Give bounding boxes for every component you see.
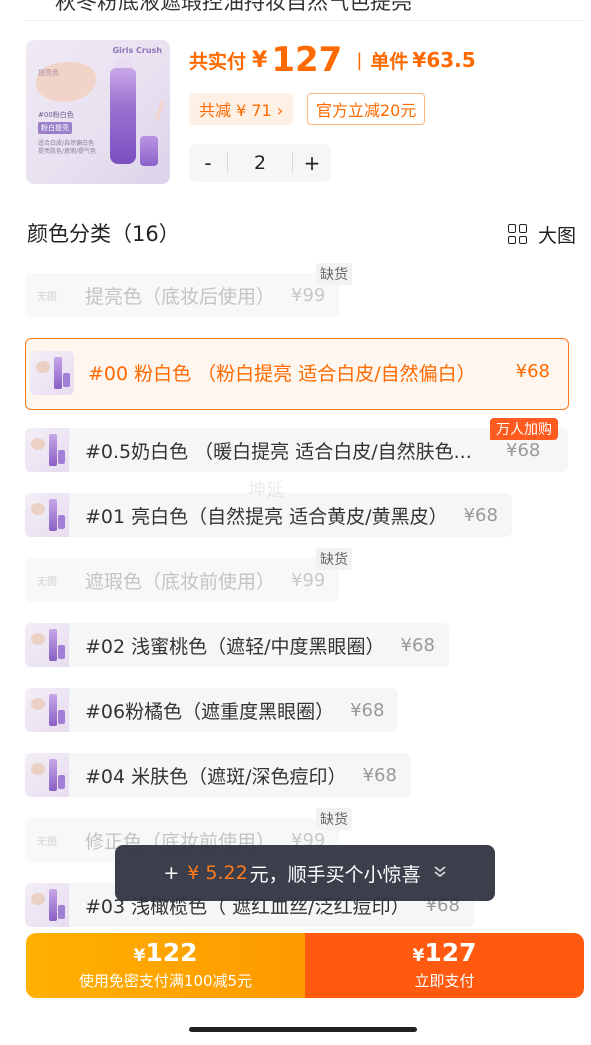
wand-graphic (154, 99, 166, 121)
discount-detail-chip[interactable]: 共减 ¥ 71 › (189, 93, 294, 125)
option-disabled[interactable]: 无图 遮瑕色（底妆前使用） ¥99 (25, 558, 340, 602)
no-image-placeholder: 无图 (37, 836, 57, 848)
grid-icon (508, 224, 528, 244)
increase-button[interactable]: + (293, 144, 331, 182)
option-thumb (25, 493, 69, 537)
home-indicator[interactable] (189, 1027, 417, 1032)
option-thumb (25, 428, 69, 472)
thumb-tag: 提亮色 (38, 69, 59, 77)
option-name: 遮瑕色（底妆前使用） (85, 570, 276, 593)
quantity-stepper: - 2 + (189, 144, 331, 182)
option-price: ¥68 (463, 504, 498, 526)
option-price: ¥68 (515, 361, 550, 382)
small-bottle-graphic (140, 136, 158, 166)
option-price: ¥68 (362, 764, 397, 786)
option-name: #04 米肤色（遮斑/深色痘印） (85, 765, 347, 788)
chevron-down-icon (433, 864, 447, 882)
currency-symbol: ¥ (412, 946, 425, 966)
option-disabled[interactable]: 无图 提亮色（底妆后使用） ¥99 (25, 273, 340, 317)
pay-with-password-free-button[interactable]: ¥122 使用免密支付满100减5元 (26, 933, 305, 998)
total-label: 共实付 (189, 50, 247, 73)
toast-plus: + (163, 862, 180, 884)
option-thumb (30, 351, 74, 395)
decrease-button[interactable]: - (189, 144, 227, 182)
option-name: #0.5奶白色 （暖白提亮 适合白皮/自然肤色... (85, 440, 472, 463)
brand-logo: Girls Crush (112, 46, 162, 55)
toast-text: 元，顺手买个小惊喜 (249, 863, 421, 886)
divider (26, 20, 583, 21)
option-thumb (25, 883, 69, 927)
out-of-stock-badge: 缺货 (316, 808, 352, 830)
bottle-graphic (110, 68, 136, 164)
thumb-label: 粉白提亮 (38, 122, 72, 134)
no-image-placeholder: 无图 (37, 291, 57, 303)
toast-amount: ¥ 5.22 (187, 862, 248, 884)
option-thumb (25, 753, 69, 797)
option-price: ¥68 (350, 699, 385, 721)
separator: | (356, 49, 363, 71)
pay-right-amount: 127 (424, 938, 477, 967)
option-name: #00 粉白色 （粉白提亮 适合白皮/自然偏白） (88, 363, 476, 385)
option-price: ¥99 (291, 569, 326, 591)
option-name: #01 亮白色（自然提亮 适合黄皮/黄黑皮） (85, 505, 448, 528)
currency-symbol: ¥ (133, 946, 146, 966)
thumb-shade: #00粉白色 (38, 111, 74, 119)
out-of-stock-badge: 缺货 (316, 263, 352, 285)
payment-bar: ¥122 使用免密支付满100减5元 ¥127 立即支付 (26, 933, 584, 998)
pay-right-subtitle: 立即支付 (414, 972, 475, 990)
option-name: #06粉橘色（遮重度黑眼圈） (85, 700, 335, 723)
option[interactable]: #0.5奶白色 （暖白提亮 适合白皮/自然肤色... ¥68 (25, 428, 568, 472)
currency-symbol: ¥ (252, 47, 268, 73)
total-price-line: 共实付 ¥ 127 | 单件 ¥63.5 (189, 38, 476, 82)
big-view-toggle[interactable]: 大图 (508, 221, 576, 247)
pay-left-amount-line: ¥122 (133, 939, 197, 970)
pay-right-amount-line: ¥127 (412, 939, 476, 970)
pay-now-button[interactable]: ¥127 立即支付 (305, 933, 584, 998)
option-price: ¥99 (291, 284, 326, 306)
option[interactable]: #04 米肤色（遮斑/深色痘印） ¥68 (25, 753, 411, 797)
pay-left-amount: 122 (145, 938, 198, 967)
color-section-title: 颜色分类（16） (27, 222, 180, 246)
out-of-stock-badge: 缺货 (316, 548, 352, 570)
total-value: 127 (271, 40, 343, 80)
option[interactable]: #06粉橘色（遮重度黑眼圈） ¥68 (25, 688, 399, 732)
option-price: ¥68 (400, 634, 435, 656)
option-thumb (25, 623, 69, 667)
popular-badge: 万人加购 (490, 418, 558, 440)
option-price: ¥68 (506, 439, 541, 461)
watermark: 坤延 (248, 480, 284, 501)
header-cut-title: 秋冬粉底液遮瑕控油持妆自然气色提亮 (55, 0, 412, 14)
unit-label: 单件 (370, 50, 409, 73)
option-name: 提亮色（底妆后使用） (85, 285, 276, 308)
quantity-value[interactable]: 2 (227, 152, 293, 174)
upsell-toast[interactable]: + ¥ 5.22 元，顺手买个小惊喜 (115, 845, 495, 901)
thumb-desc: 适合白皮/自然偏白色 提亮肤色/遮瑕/提气色 (38, 140, 97, 155)
option-thumb (25, 688, 69, 732)
pay-left-subtitle: 使用免密支付满100减5元 (78, 972, 253, 990)
big-view-label: 大图 (538, 224, 577, 247)
option-selected[interactable]: #00 粉白色 （粉白提亮 适合白皮/自然偏白） ¥68 (25, 338, 569, 410)
no-image-placeholder: 无图 (37, 576, 57, 588)
unit-price: ¥63.5 (412, 48, 476, 72)
option[interactable]: #02 浅蜜桃色（遮轻/中度黑眼圈） ¥68 (25, 623, 449, 667)
option-name: #02 浅蜜桃色（遮轻/中度黑眼圈） (85, 635, 385, 658)
official-discount-chip: 官方立减20元 (307, 93, 426, 125)
product-image[interactable]: Girls Crush 提亮色 #00粉白色 粉白提亮 适合白皮/自然偏白色 提… (26, 40, 170, 184)
